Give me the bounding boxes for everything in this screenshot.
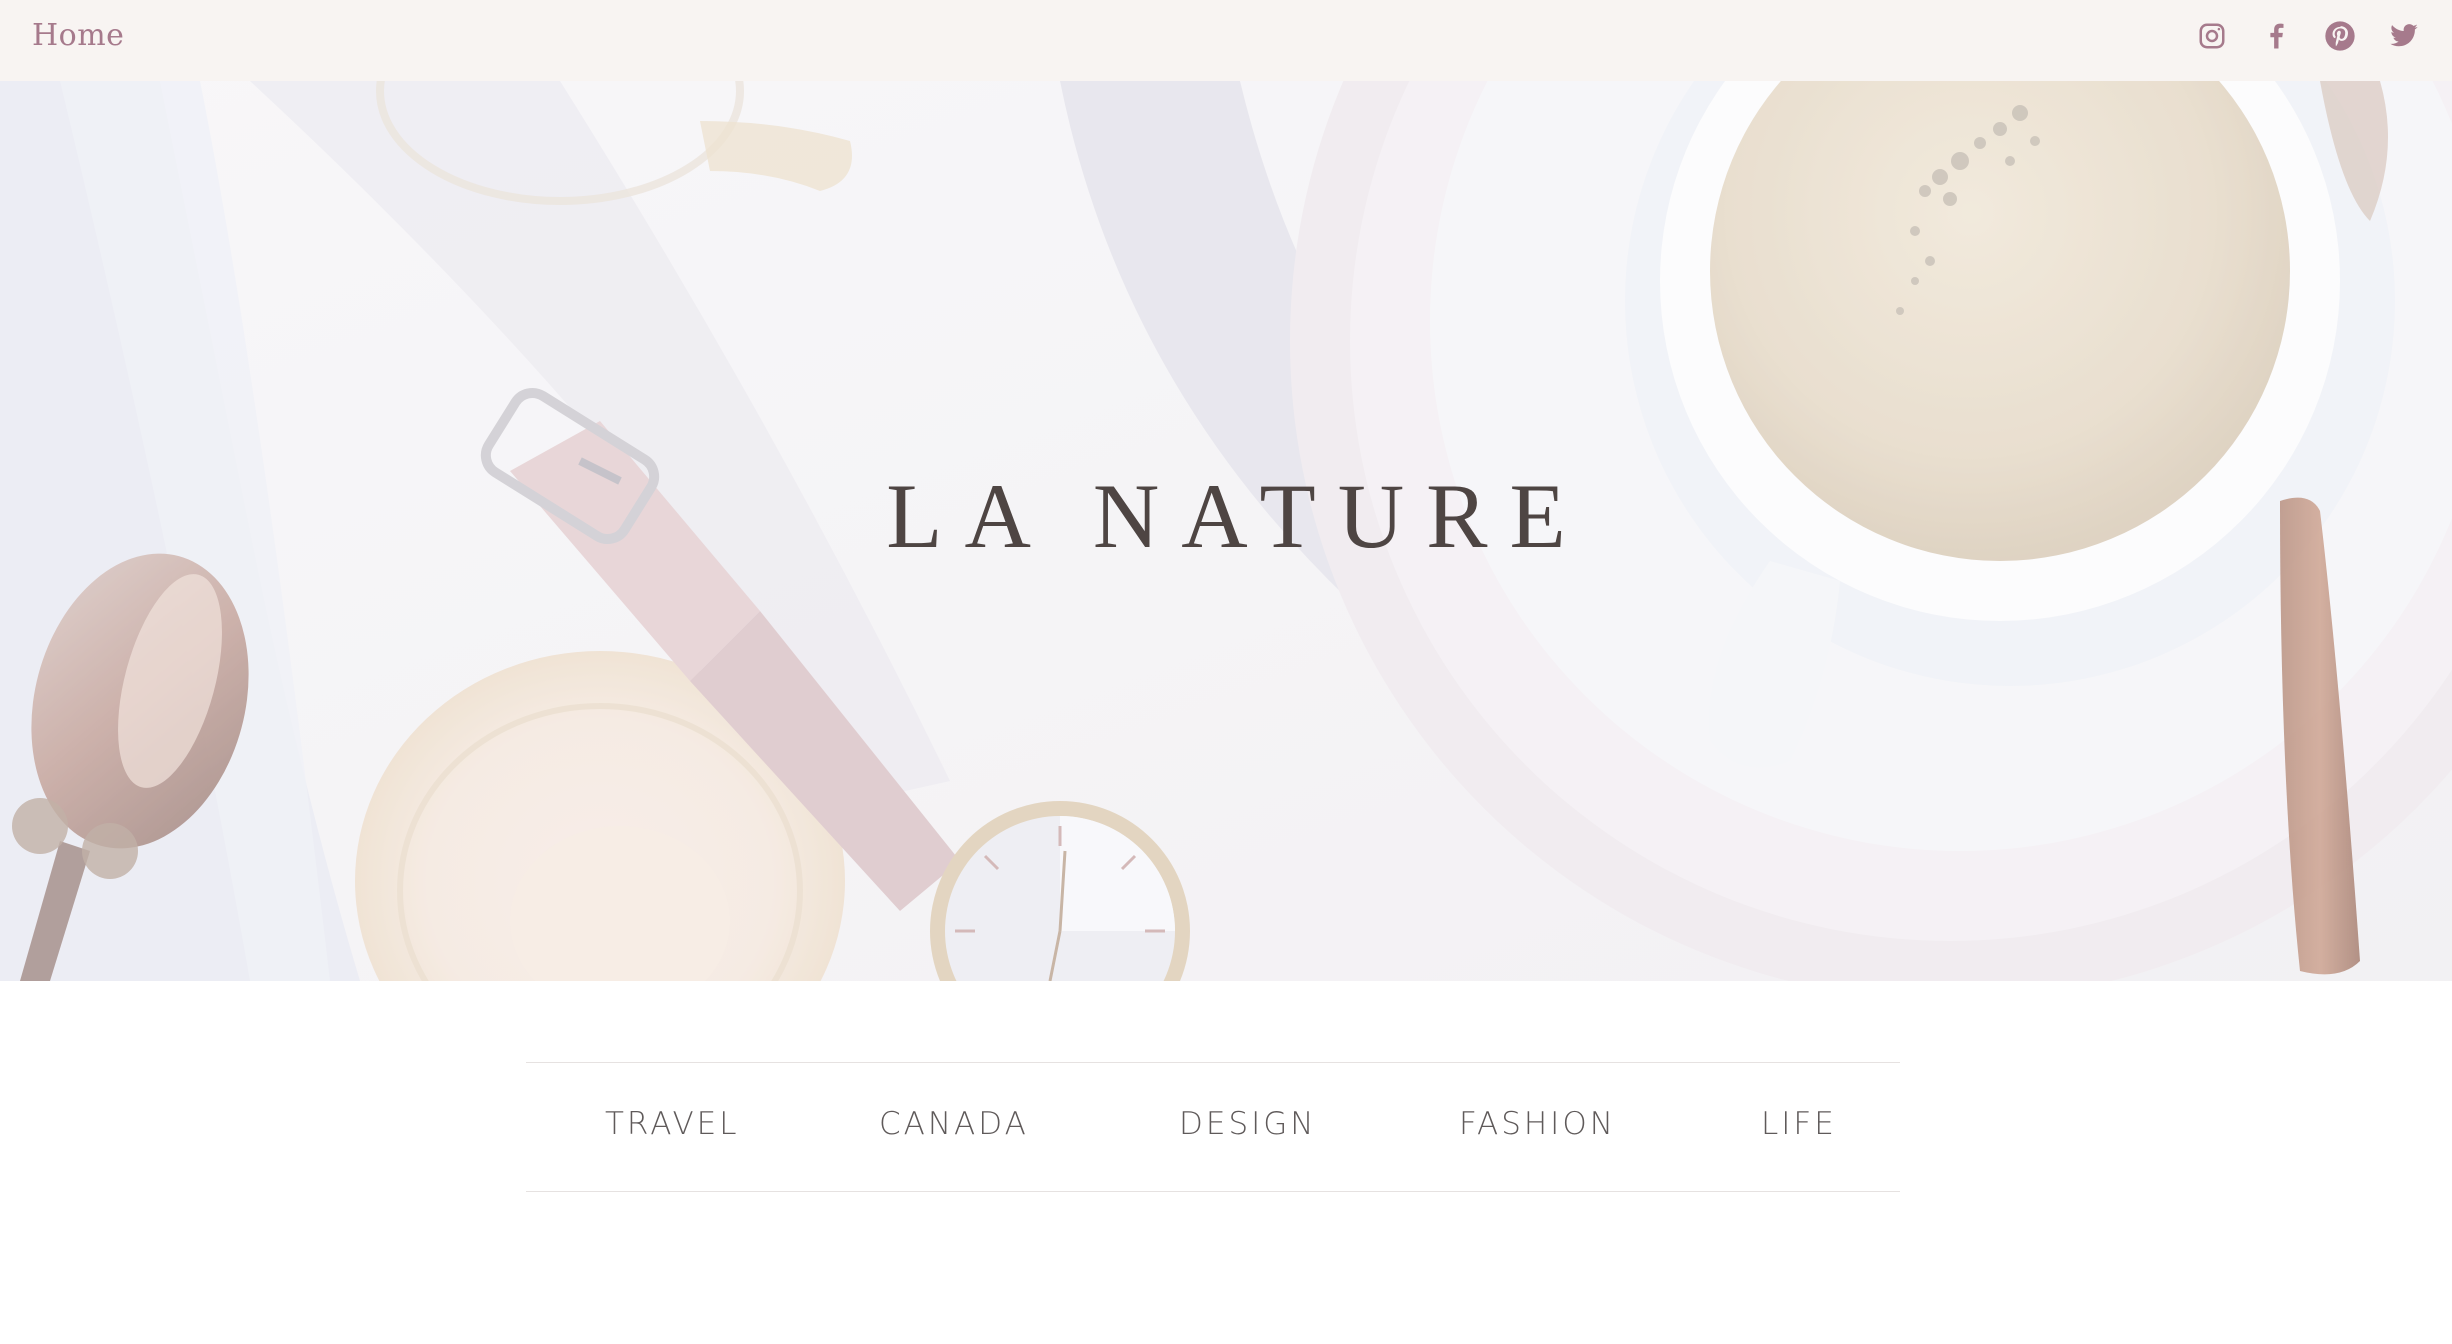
hero-title: LA NATURE — [886, 465, 1588, 567]
twitter-icon[interactable] — [2386, 18, 2422, 54]
category-fashion[interactable]: FASHION — [1459, 1106, 1616, 1142]
pinterest-icon[interactable] — [2322, 18, 2358, 54]
category-life[interactable]: LIFE — [1761, 1106, 1837, 1142]
home-link[interactable]: Home — [32, 18, 124, 53]
category-nav: TRAVEL CANADA DESIGN FASHION LIFE — [526, 1062, 1900, 1192]
category-canada[interactable]: CANADA — [879, 1106, 1029, 1142]
top-bar: Home — [0, 0, 2452, 81]
facebook-icon[interactable] — [2258, 18, 2294, 54]
hero-banner: LA NATURE — [0, 81, 2452, 981]
instagram-icon[interactable] — [2194, 18, 2230, 54]
category-travel[interactable]: TRAVEL — [605, 1106, 740, 1142]
category-design[interactable]: DESIGN — [1179, 1106, 1317, 1142]
social-links — [2194, 16, 2422, 56]
